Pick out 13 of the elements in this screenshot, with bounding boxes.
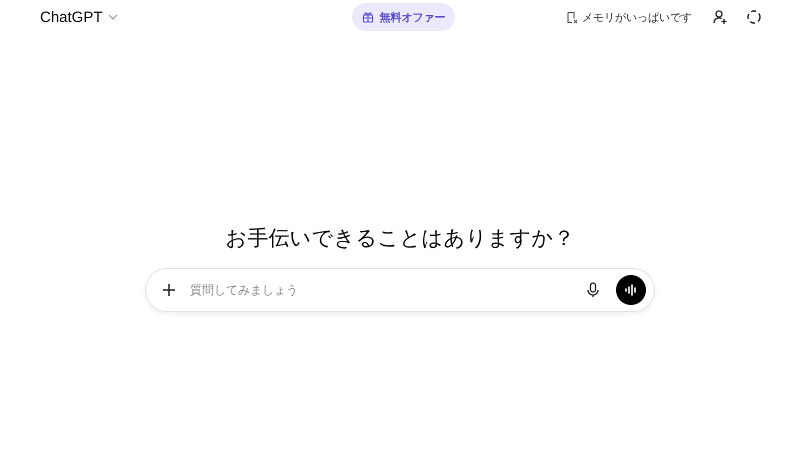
gift-icon xyxy=(362,11,374,23)
heading: お手伝いできることはありますか？ xyxy=(226,226,574,252)
model-selector[interactable]: ChatGPT xyxy=(34,4,124,30)
waveform-icon xyxy=(624,284,638,296)
offer-button[interactable]: 無料オファー xyxy=(352,3,456,31)
message-field[interactable]: 質問してみましょう xyxy=(145,268,655,312)
chevron-down-icon xyxy=(108,14,118,20)
microphone-icon[interactable] xyxy=(586,281,600,299)
memory-button[interactable]: メモリがいっぱいです xyxy=(566,10,692,24)
input-field[interactable]: 質問してみましょう xyxy=(188,282,576,298)
memory-full-icon xyxy=(566,10,578,24)
plus-icon[interactable] xyxy=(160,281,178,299)
voice-mode-button[interactable] xyxy=(616,275,646,305)
